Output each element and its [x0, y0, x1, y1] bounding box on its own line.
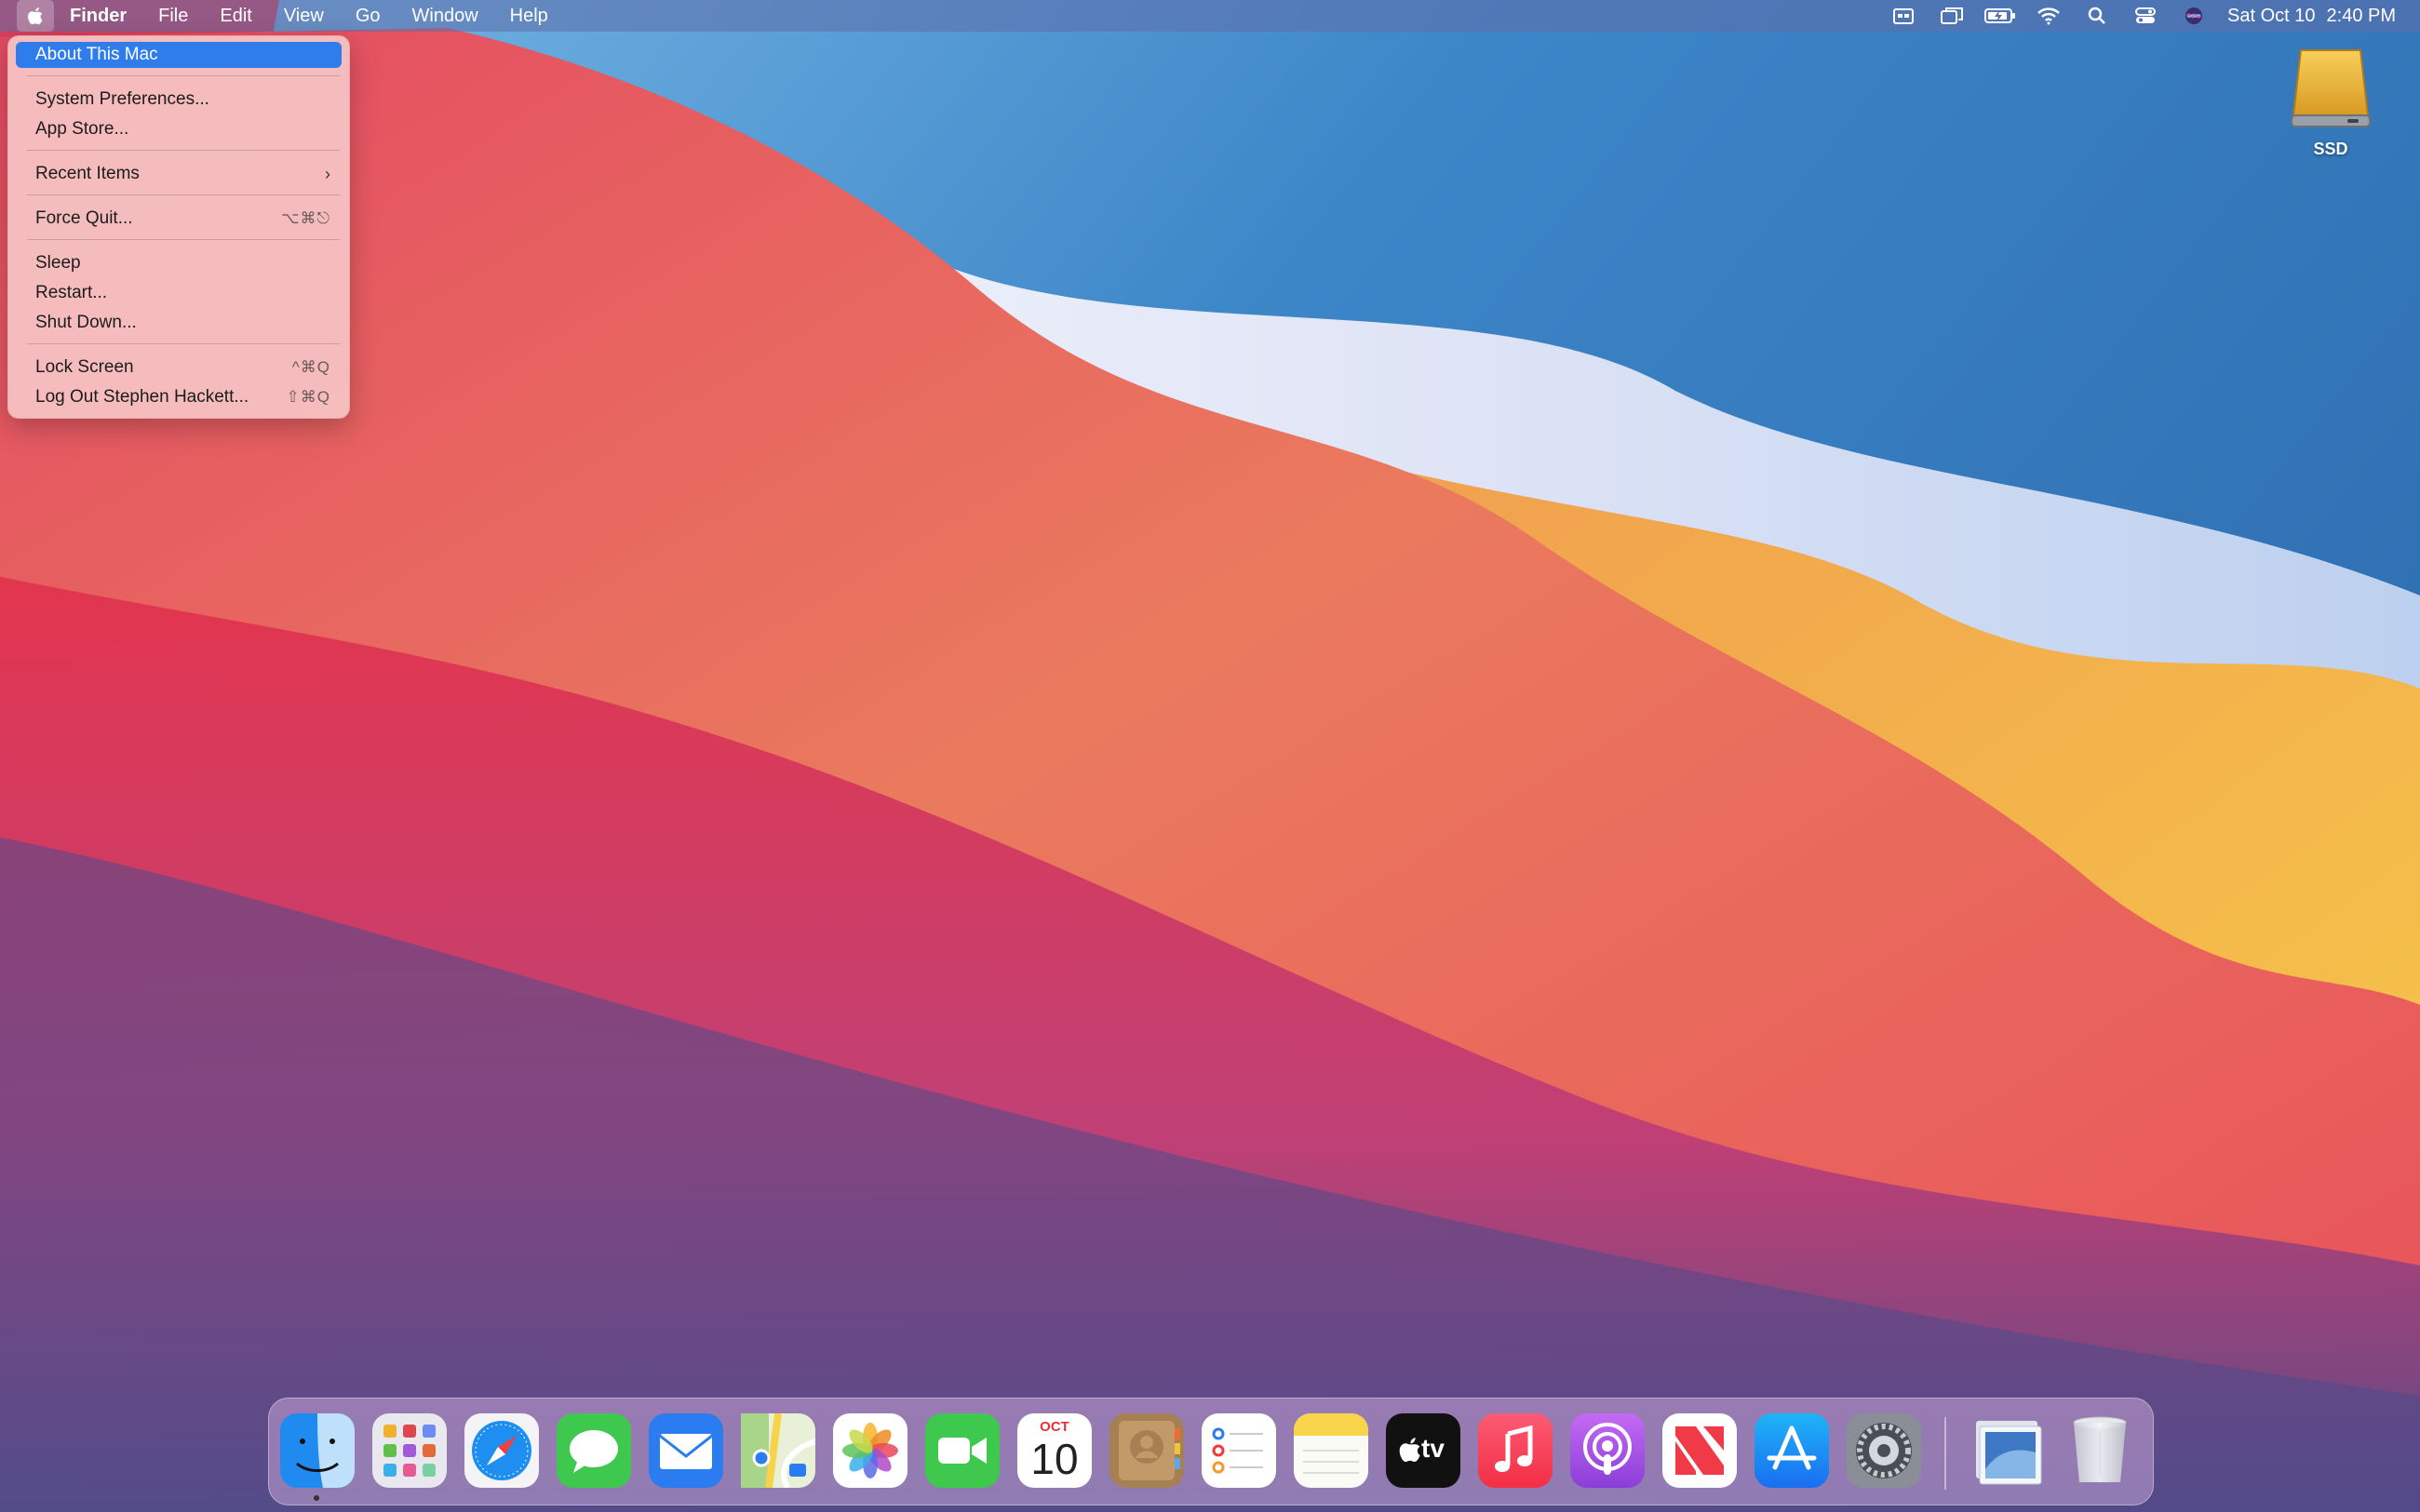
- menu-edit[interactable]: Edit: [204, 0, 267, 32]
- menu-item-shortcut: ^⌘Q: [291, 358, 330, 376]
- clock-time: 2:40 PM: [2326, 5, 2396, 26]
- menu-bar: Finder File Edit View Go Window Help Sat…: [0, 0, 2420, 32]
- notes-icon[interactable]: [1294, 1413, 1368, 1488]
- system-preferences-icon[interactable]: [1847, 1413, 1921, 1488]
- menu-window[interactable]: Window: [397, 0, 494, 32]
- tv-label: tv: [1421, 1434, 1445, 1463]
- clock-date: Sat Oct 10: [2227, 5, 2316, 26]
- menu-item-force-quit[interactable]: Force Quit... ⌥⌘⎋: [16, 206, 342, 232]
- menu-help[interactable]: Help: [494, 0, 564, 32]
- chevron-right-icon: ›: [325, 164, 330, 183]
- menu-item-label: Force Quit...: [35, 208, 133, 228]
- wifi-icon[interactable]: [2032, 0, 2065, 32]
- menu-item-label: Shut Down...: [35, 313, 137, 332]
- apple-tv-icon[interactable]: tv: [1386, 1413, 1460, 1488]
- menu-item-label: Lock Screen: [35, 357, 134, 377]
- menu-item-restart[interactable]: Restart...: [16, 280, 342, 306]
- menu-item-about-this-mac[interactable]: About This Mac: [16, 42, 342, 68]
- menu-item-label: App Store...: [35, 119, 129, 139]
- menu-separator: [27, 239, 340, 240]
- facetime-icon[interactable]: [925, 1413, 1000, 1488]
- news-icon[interactable]: [1662, 1413, 1737, 1488]
- menu-item-shortcut: ⌥⌘⎋: [280, 209, 330, 227]
- menu-view[interactable]: View: [268, 0, 340, 32]
- photos-icon[interactable]: [833, 1413, 908, 1488]
- siri-icon[interactable]: [2177, 0, 2211, 32]
- screen-mirroring-icon[interactable]: [1935, 0, 1969, 32]
- menu-file[interactable]: File: [142, 0, 204, 32]
- messages-icon[interactable]: [557, 1413, 631, 1488]
- battery-icon[interactable]: [1983, 0, 2017, 32]
- launchpad-icon[interactable]: [372, 1413, 447, 1488]
- finder-icon[interactable]: [280, 1413, 355, 1488]
- dock: OCT 10 tv: [268, 1398, 2154, 1505]
- drive-label: SSD: [2313, 140, 2348, 158]
- calendar-widget-icon[interactable]: [1887, 0, 1920, 32]
- menu-go[interactable]: Go: [340, 0, 397, 32]
- menu-item-lock-screen[interactable]: Lock Screen ^⌘Q: [16, 355, 342, 381]
- menu-item-label: Log Out Stephen Hackett...: [35, 387, 249, 407]
- trash-icon[interactable]: [2063, 1413, 2137, 1488]
- apple-menu-dropdown: About This Mac System Preferences... App…: [7, 35, 350, 419]
- external-drive-icon: [2291, 49, 2371, 127]
- safari-icon[interactable]: [464, 1413, 539, 1488]
- downloads-stack-icon[interactable]: [1970, 1413, 2045, 1488]
- podcasts-icon[interactable]: [1570, 1413, 1645, 1488]
- desktop-drive-ssd[interactable]: SSD: [2282, 47, 2379, 167]
- menu-item-log-out[interactable]: Log Out Stephen Hackett... ⇧⌘Q: [16, 384, 342, 410]
- menu-item-app-store[interactable]: App Store...: [16, 116, 342, 142]
- menu-item-label: System Preferences...: [35, 89, 209, 109]
- menu-item-shut-down[interactable]: Shut Down...: [16, 310, 342, 336]
- contacts-icon[interactable]: [1109, 1413, 1184, 1488]
- control-center-icon[interactable]: [2129, 0, 2162, 32]
- menu-item-shortcut: ⇧⌘Q: [286, 388, 330, 406]
- apple-menu-icon[interactable]: [17, 0, 54, 32]
- menu-item-system-preferences[interactable]: System Preferences...: [16, 87, 342, 113]
- menu-separator: [27, 75, 340, 76]
- maps-icon[interactable]: [741, 1413, 815, 1488]
- menu-separator: [27, 194, 340, 195]
- desktop: Finder File Edit View Go Window Help Sat…: [0, 0, 2420, 1512]
- menu-clock[interactable]: Sat Oct 10 2:40 PM: [2227, 6, 2396, 27]
- menu-item-label: Recent Items: [35, 164, 140, 183]
- app-store-icon[interactable]: [1754, 1413, 1829, 1488]
- music-icon[interactable]: [1478, 1413, 1553, 1488]
- menu-separator: [27, 343, 340, 344]
- calendar-month: OCT: [1040, 1419, 1069, 1435]
- calendar-day: 10: [1030, 1435, 1079, 1483]
- calendar-icon[interactable]: OCT 10: [1017, 1413, 1092, 1488]
- reminders-icon[interactable]: [1202, 1413, 1276, 1488]
- running-indicator: [314, 1495, 319, 1501]
- dock-divider: [1944, 1417, 1946, 1490]
- menu-separator: [27, 150, 340, 151]
- menu-item-sleep[interactable]: Sleep: [16, 250, 342, 276]
- mail-icon[interactable]: [649, 1413, 723, 1488]
- menu-item-label: Restart...: [35, 283, 108, 302]
- menu-item-recent-items[interactable]: Recent Items ›: [16, 161, 342, 187]
- menu-item-label: Sleep: [35, 253, 81, 273]
- search-icon[interactable]: [2080, 0, 2114, 32]
- wallpaper: [0, 0, 2420, 1512]
- menu-item-label: About This Mac: [35, 45, 158, 64]
- menu-finder[interactable]: Finder: [54, 0, 142, 32]
